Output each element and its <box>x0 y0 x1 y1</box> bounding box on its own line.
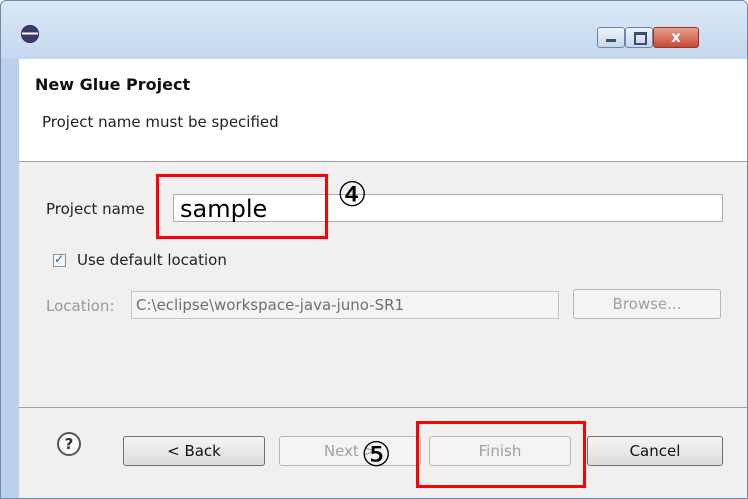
browse-button[interactable]: Browse... <box>573 289 721 319</box>
location-label: Location: <box>46 297 115 315</box>
page-title: New Glue Project <box>35 75 191 94</box>
maximize-icon <box>634 32 647 45</box>
location-input[interactable]: C:\eclipse\workspace-java-juno-SR1 <box>131 291 559 319</box>
title-bar: x <box>1 1 747 59</box>
header-message: Project name must be specified <box>42 113 279 131</box>
minimize-button[interactable] <box>597 27 625 48</box>
close-icon: x <box>671 28 681 46</box>
project-name-label: Project name <box>46 200 145 218</box>
annotation-step-5: ⑤ <box>361 435 392 475</box>
annotation-step-4: ④ <box>337 175 368 215</box>
cancel-button[interactable]: Cancel <box>587 436 723 466</box>
maximize-button[interactable] <box>625 27 653 48</box>
wizard-body: Project name sample ✓ Use default locati… <box>19 161 747 408</box>
annotation-box-finish <box>416 421 586 488</box>
use-default-location-label[interactable]: Use default location <box>77 251 227 269</box>
annotation-box-project-name <box>156 174 328 239</box>
use-default-location-checkbox[interactable]: ✓ <box>53 252 66 267</box>
dialog-window: x New Glue Project Project name must be … <box>0 0 748 499</box>
minimize-icon <box>606 39 616 42</box>
wizard-header: New Glue Project Project name must be sp… <box>19 59 747 161</box>
help-icon[interactable]: ? <box>57 432 81 456</box>
next-button[interactable]: Next > <box>279 436 421 466</box>
back-button[interactable]: < Back <box>123 436 265 466</box>
eclipse-icon <box>21 25 39 43</box>
checkmark-icon: ✓ <box>54 252 65 266</box>
close-button[interactable]: x <box>653 27 699 48</box>
